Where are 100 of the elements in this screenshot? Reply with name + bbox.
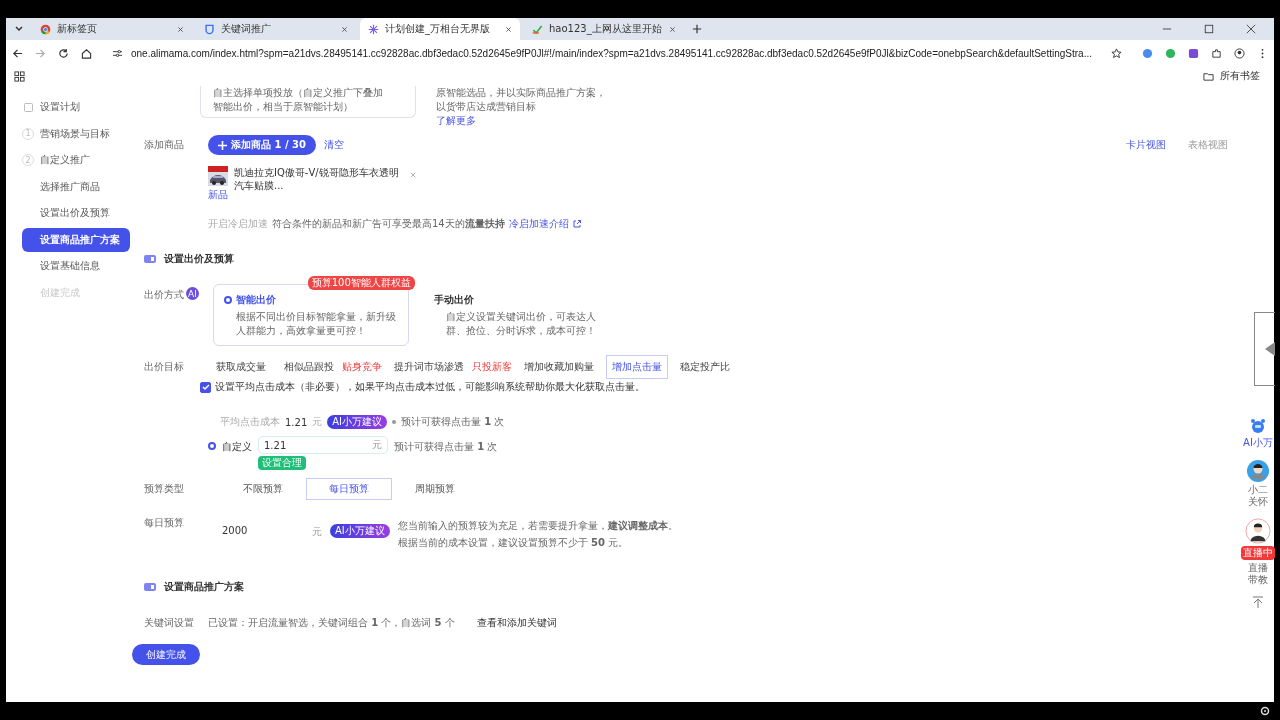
- checkbox[interactable]: [200, 381, 211, 393]
- cold-start-text: 符合条件的新品和新广告可享受最高14天的流量扶持: [272, 217, 505, 231]
- cold-start-label: 开启冷启加速: [208, 217, 268, 231]
- service-label[interactable]: 小二关怀: [1247, 484, 1269, 508]
- extension-icon[interactable]: [1188, 47, 1199, 59]
- option-description: 智能出价，相当于原智能计划）: [213, 100, 354, 114]
- extension-icon[interactable]: [1165, 47, 1176, 59]
- radio-button[interactable]: [208, 442, 216, 450]
- assistant-label[interactable]: AI小万: [1243, 436, 1273, 450]
- apps-icon[interactable]: [14, 70, 25, 82]
- add-product-button[interactable]: 添加商品 1 / 30: [208, 135, 316, 155]
- triangle-icon: [1264, 342, 1275, 356]
- maximize-icon[interactable]: [1204, 24, 1214, 34]
- tab-search-icon[interactable]: [14, 24, 24, 34]
- robot-icon[interactable]: [1250, 418, 1266, 434]
- ai-suggestion-badge: AI小万建议: [327, 415, 388, 429]
- goal-option[interactable]: 获取成交量: [210, 355, 272, 379]
- field-label: 预算类型: [144, 482, 185, 496]
- back-icon[interactable]: [12, 47, 23, 59]
- promo-tag: 预算100智能人群权益: [307, 276, 415, 290]
- close-icon[interactable]: [505, 25, 512, 33]
- plan-option-card[interactable]: 自主选择单项投放（自定义推广下叠加 智能出价，相当于原智能计划）: [200, 86, 416, 118]
- check-icon: [532, 23, 543, 35]
- goal-tag: 贴身竞争: [342, 360, 382, 374]
- close-icon[interactable]: [669, 25, 676, 33]
- option-description: 以货带店达成营销目标: [436, 100, 537, 114]
- method-title: 智能出价: [235, 293, 276, 307]
- bookmarks-link[interactable]: 所有书签: [1220, 69, 1260, 83]
- goal-option[interactable]: 稳定投产比: [674, 355, 736, 379]
- checkbox-label: 设置平均点击成本（非必要），如果平均点击成本过低，可能影响系统帮助你最大化获取点击量。: [215, 380, 645, 394]
- budget-type-option[interactable]: 周期预算: [392, 478, 478, 500]
- field-label: 每日预算: [144, 516, 185, 530]
- keyword-link[interactable]: 查看和添加关键词: [476, 616, 557, 630]
- browser-tab[interactable]: 关键词推广: [196, 18, 356, 40]
- close-icon[interactable]: [341, 25, 348, 33]
- live-badge: 直播中: [1241, 546, 1275, 560]
- clear-link[interactable]: 清空: [324, 138, 344, 152]
- cold-start-link[interactable]: 冷启加速介绍: [508, 217, 569, 231]
- ai-badge: AI: [186, 287, 199, 300]
- learn-more-link[interactable]: 了解更多: [436, 114, 626, 128]
- budget-type-option[interactable]: 每日预算: [306, 478, 392, 500]
- goal-option[interactable]: 提升词市场渗透: [388, 355, 470, 379]
- browser-tab[interactable]: hao123_上网从这里开始: [524, 18, 684, 40]
- avatar-icon[interactable]: [1247, 460, 1269, 482]
- goal-option[interactable]: 相似品跟投: [278, 355, 340, 379]
- reload-icon[interactable]: [58, 47, 69, 59]
- step-item[interactable]: 设置计划: [38, 96, 88, 119]
- step-item[interactable]: 设置出价及预算: [38, 202, 118, 225]
- estimate-text: 预计可获得点击量 1 次: [394, 440, 498, 454]
- live-label[interactable]: 直播带教: [1247, 562, 1269, 586]
- home-icon[interactable]: [81, 47, 92, 59]
- settings-icon[interactable]: [1260, 706, 1270, 716]
- method-description: 根据不同出价目标智能拿量，新升级人群能力，高效拿量更可控！: [234, 310, 397, 338]
- step-item[interactable]: 营销场景与目标: [38, 122, 118, 145]
- extension-icon[interactable]: [1142, 47, 1153, 59]
- method-title: 手动出价: [433, 293, 474, 307]
- goal-option[interactable]: 增加收藏加购量: [518, 355, 600, 379]
- close-icon[interactable]: [177, 25, 184, 33]
- option-description: 自主选择单项投放（自定义推广下叠加: [213, 86, 384, 100]
- close-icon[interactable]: [1246, 24, 1256, 34]
- plan-icon: [23, 102, 33, 112]
- cost-input[interactable]: 1.21 元: [258, 436, 388, 454]
- advice-text: 您当前输入的预算较为充足，若需要提升拿量，建议调整成本。: [397, 519, 678, 533]
- collapse-tab[interactable]: [1253, 312, 1275, 386]
- section-icon: [144, 583, 156, 591]
- back-to-top-icon[interactable]: [1252, 596, 1264, 608]
- option-description: 原智能选品，并以实际商品推广方案，: [436, 86, 607, 100]
- status-tag: 设置合理: [258, 456, 306, 470]
- site-settings-icon[interactable]: [112, 47, 123, 59]
- section-icon: [144, 255, 156, 263]
- field-label: 添加商品: [144, 138, 185, 152]
- field-label: 关键词设置: [144, 616, 195, 630]
- chrome-icon: [40, 23, 51, 35]
- dot-icon: [392, 420, 397, 424]
- star-icon[interactable]: [1111, 47, 1122, 59]
- view-toggle[interactable]: 卡片视图: [1126, 138, 1166, 152]
- puzzle-icon[interactable]: [1211, 47, 1222, 59]
- submit-button[interactable]: 创建完成: [132, 644, 200, 665]
- browser-tab[interactable]: 计划创建_万相台无界版: [360, 18, 520, 40]
- sparkle-icon: [368, 23, 379, 35]
- bid-method-card[interactable]: 手动出价 自定义设置关键词出价，可表达人群、抢位、分时诉求，成本可控！: [422, 284, 619, 346]
- advice-text: 根据当前的成本设置，建议设置预算不少于 50 元。: [397, 536, 630, 550]
- goal-tag: 只投新客: [472, 360, 512, 374]
- shield-icon: [204, 23, 215, 35]
- step-item[interactable]: 设置商品推广方案: [22, 227, 130, 252]
- budget-input[interactable]: 2000 元: [222, 525, 322, 539]
- avatar-icon[interactable]: [1245, 518, 1271, 544]
- step-item[interactable]: 选择推广商品: [38, 175, 108, 198]
- cost-value: 1.21: [285, 416, 308, 428]
- external-link-icon[interactable]: [572, 220, 581, 228]
- section-title: 设置商品推广方案: [164, 580, 244, 594]
- profile-icon[interactable]: [1234, 47, 1245, 59]
- step-item[interactable]: 设置基础信息: [38, 255, 108, 278]
- field-label: 平均点击成本: [220, 415, 280, 429]
- budget-type-option[interactable]: 不限预算: [220, 478, 306, 500]
- goal-option[interactable]: 增加点击量: [606, 355, 668, 379]
- plus-icon: [218, 140, 227, 150]
- browser-tab[interactable]: 新标签页: [32, 18, 192, 40]
- step-item[interactable]: 自定义推广: [38, 149, 98, 172]
- new-tab-icon[interactable]: [692, 24, 702, 34]
